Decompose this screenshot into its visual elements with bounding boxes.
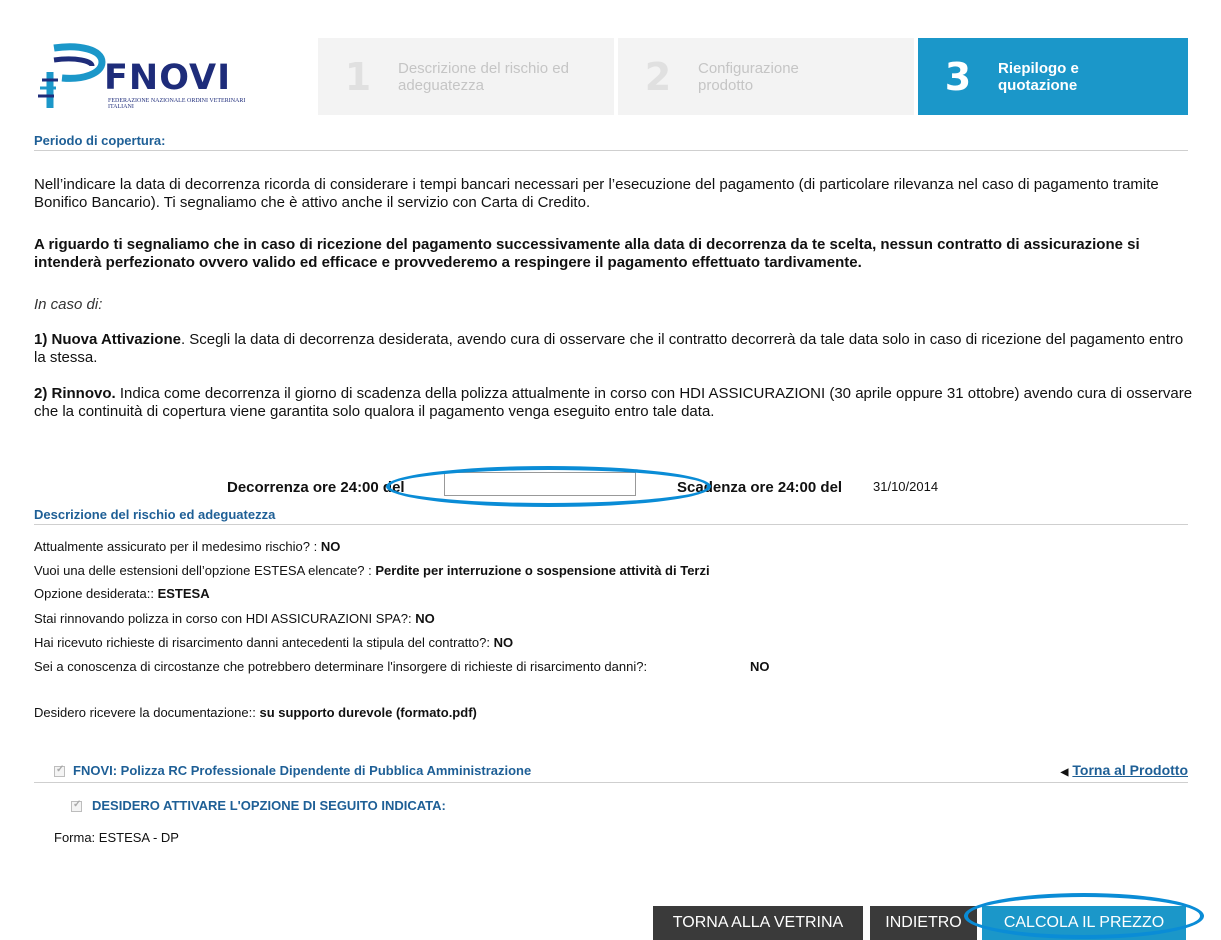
option-label: DESIDERO ATTIVARE L'OPZIONE DI SEGUITO I…	[92, 798, 446, 813]
coverage-dates: Decorrenza ore 24:00 del Scadenza ore 24…	[0, 470, 1221, 500]
logo-text: FNOVI	[104, 58, 232, 98]
logo-subtitle: FEDERAZIONE NAZIONALE ORDINI VETERINARI …	[108, 98, 246, 110]
back-link-label: Torna al Prodotto	[1072, 762, 1188, 778]
product-name: FNOVI: Polizza RC Professionale Dipenden…	[73, 763, 532, 778]
step-number: 1	[344, 54, 372, 99]
step-number: 3	[944, 54, 972, 99]
summary-question: Opzione desiderata::	[34, 586, 154, 601]
step-label: Riepilogo e quotazione	[998, 59, 1079, 94]
divider	[34, 150, 1188, 151]
step-3-active[interactable]: 3 Riepilogo e quotazione	[914, 38, 1188, 115]
item-nuova-attivazione: 1) Nuova Attivazione. Scegli la data di …	[34, 331, 1194, 367]
summary-answer: ESTESA	[157, 586, 210, 601]
summary-question: Desidero ricevere la documentazione::	[34, 705, 256, 720]
option-checkbox[interactable]	[71, 799, 82, 813]
divider	[34, 524, 1188, 525]
calcola-il-prezzo-button[interactable]: CALCOLA IL PREZZO	[982, 906, 1186, 940]
decorrenza-label: Decorrenza ore 24:00 del	[227, 479, 405, 496]
summary-answer: NO	[415, 611, 435, 626]
product-line: FNOVI: Polizza RC Professionale Dipenden…	[54, 763, 531, 778]
scadenza-label: Scadenza ore 24:00 del	[677, 479, 843, 496]
summary-answer: NO	[750, 659, 770, 674]
forma-label: Forma: ESTESA - DP	[54, 830, 179, 845]
summary-question: Stai rinnovando polizza in corso con HDI…	[34, 611, 412, 626]
decorrenza-date-input[interactable]	[444, 472, 636, 496]
divider	[34, 782, 1188, 783]
item-title: 2) Rinnovo.	[34, 385, 116, 402]
intro-paragraph: Nell’indicare la data di decorrenza rico…	[34, 176, 1159, 211]
fnovi-logo-icon	[38, 43, 106, 108]
scadenza-date-value: 31/10/2014	[873, 479, 939, 494]
summary-row: Desidero ricevere la documentazione:: su…	[34, 705, 477, 721]
summary-question: Attualmente assicurato per il medesimo r…	[34, 539, 318, 554]
item-text: Indica come decorrenza il giorno di scad…	[34, 385, 1193, 420]
summary-row: Hai ricevuto richieste di risarcimento d…	[34, 635, 513, 651]
summary-row: Vuoi una delle estensioni dell’opzione E…	[34, 563, 710, 579]
step-2[interactable]: 2 Configurazione prodotto	[614, 38, 914, 115]
item-text: . Scegli la data di decorrenza desiderat…	[34, 331, 1184, 366]
step-1[interactable]: 1 Descrizione del rischio ed adeguatezza	[314, 38, 614, 115]
item-title: 1) Nuova Attivazione	[34, 331, 181, 348]
wizard-header: FNOVI FEDERAZIONE NAZIONALE ORDINI VETER…	[24, 38, 1188, 115]
left-arrow-icon: ◀	[1060, 767, 1069, 778]
summary-answer: su supporto durevole (formato.pdf)	[259, 705, 477, 720]
summary-row: Stai rinnovando polizza in corso con HDI…	[34, 611, 435, 627]
summary-answer: NO	[320, 539, 341, 554]
item-rinnovo: 2) Rinnovo. Indica come decorrenza il gi…	[34, 385, 1194, 421]
section-title-rischio: Descrizione del rischio ed adeguatezza	[34, 507, 276, 522]
option-line: DESIDERO ATTIVARE L'OPZIONE DI SEGUITO I…	[71, 798, 446, 813]
summary-answer: Perdite per interruzione o sospensione a…	[375, 563, 710, 578]
product-checkbox[interactable]	[54, 764, 65, 778]
summary-row: Opzione desiderata:: ESTESA	[34, 586, 210, 602]
summary-question: Vuoi una delle estensioni dell’opzione E…	[34, 563, 372, 578]
step-number: 2	[644, 54, 672, 99]
warning-paragraph: A riguardo ti segnaliamo che in caso di …	[34, 236, 1140, 271]
section-title-periodo: Periodo di copertura:	[34, 133, 166, 148]
summary-row: Sei a conoscenza di circostanze che potr…	[34, 659, 734, 675]
indietro-button[interactable]: INDIETRO	[870, 906, 977, 940]
summary-question: Hai ricevuto richieste di risarcimento d…	[34, 635, 490, 650]
summary-row: Attualmente assicurato per il medesimo r…	[34, 539, 340, 555]
summary-answer: NO	[493, 635, 514, 650]
in-caso-label: In caso di:	[34, 296, 103, 313]
summary-question: Sei a conoscenza di circostanze che potr…	[34, 659, 648, 674]
fnovi-logo: FNOVI FEDERAZIONE NAZIONALE ORDINI VETER…	[24, 38, 314, 115]
torna-alla-vetrina-button[interactable]: TORNA ALLA VETRINA	[653, 906, 863, 940]
back-to-product-link[interactable]: ◀ Torna al Prodotto	[1061, 762, 1188, 778]
step-label: Configurazione prodotto	[698, 59, 799, 94]
step-label: Descrizione del rischio ed adeguatezza	[398, 59, 569, 94]
